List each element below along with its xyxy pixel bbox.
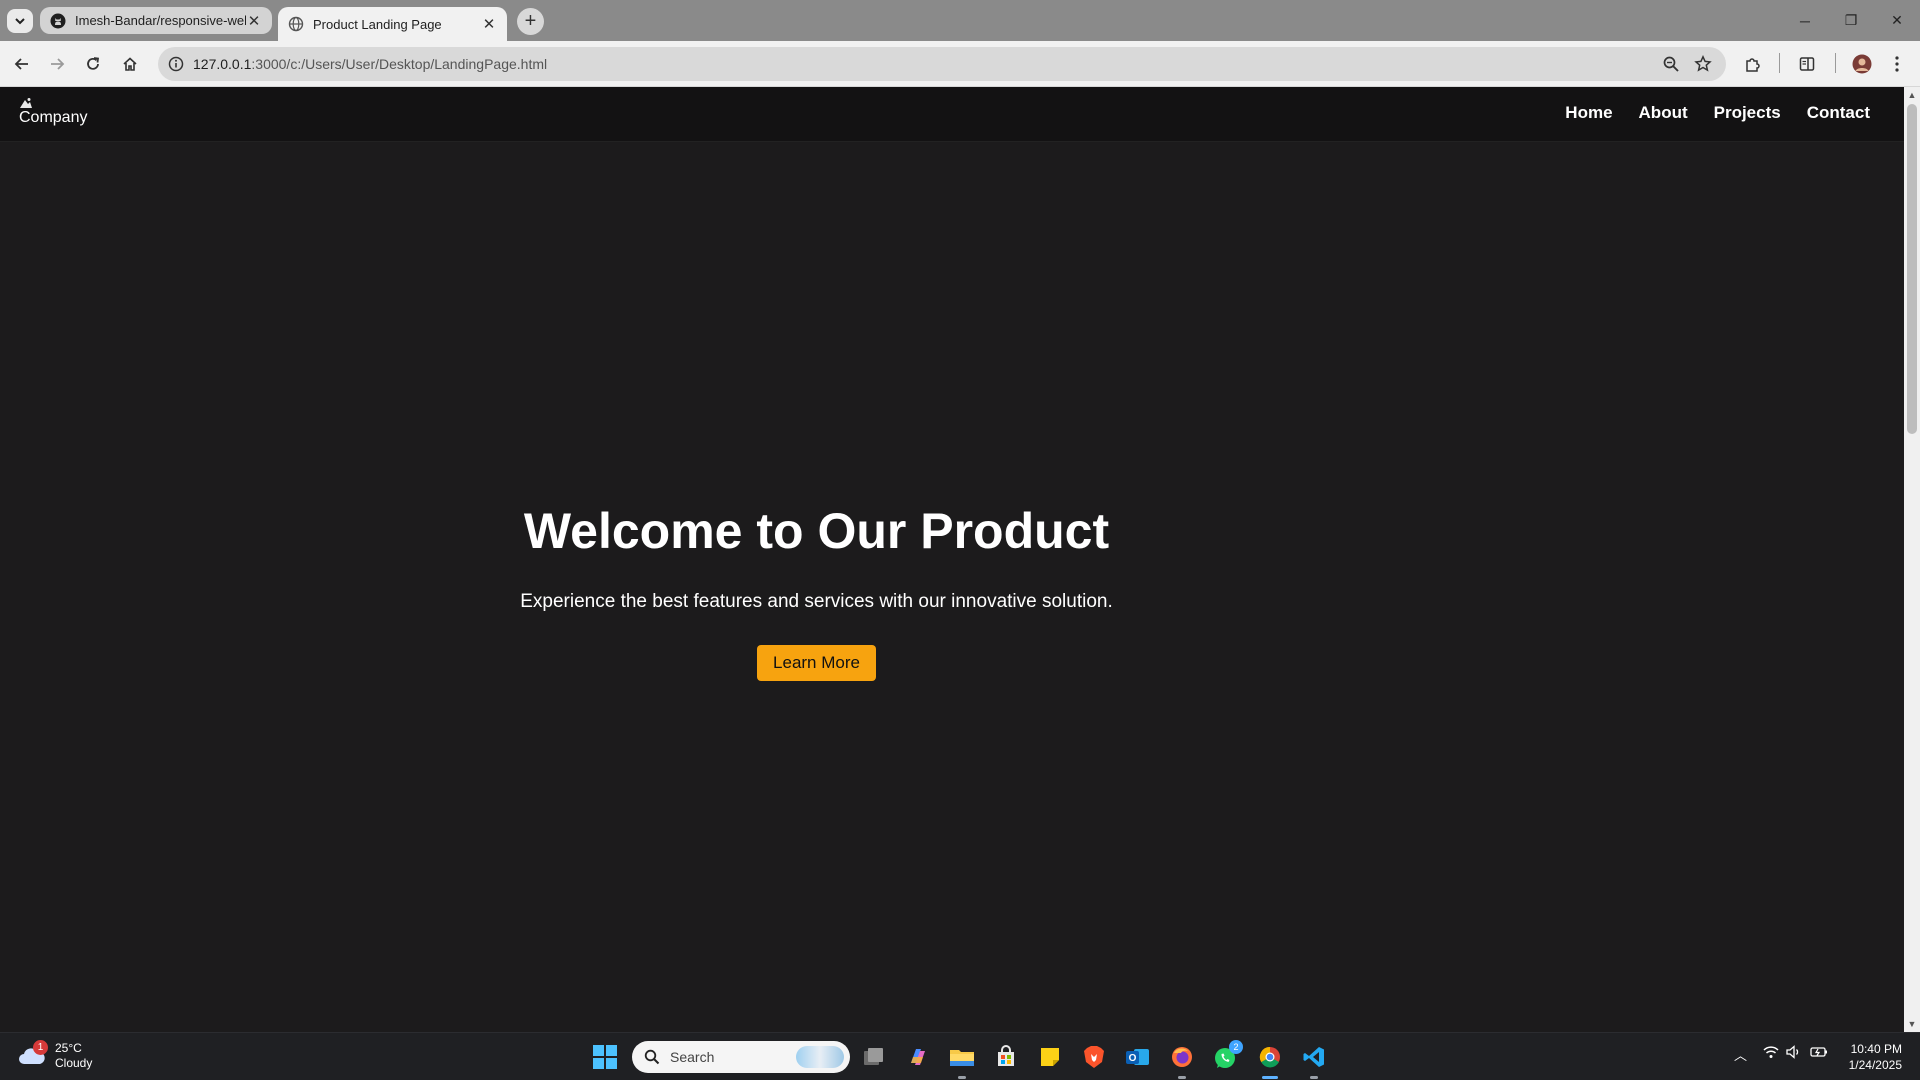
tab-title: Product Landing Page <box>313 16 442 32</box>
home-button[interactable] <box>117 51 143 77</box>
nav-link-projects[interactable]: Projects <box>1714 103 1781 123</box>
tab-search-button[interactable] <box>7 9 33 33</box>
battery-icon[interactable] <box>1810 1045 1828 1062</box>
weather-widget[interactable]: 1 25°C Cloudy <box>17 1040 92 1071</box>
sticky-notes-icon[interactable] <box>1036 1043 1064 1071</box>
search-label: Search <box>670 1049 715 1065</box>
toolbar-divider <box>1835 53 1836 73</box>
more-vertical-icon <box>1895 56 1899 72</box>
weather-temp: 25°C <box>55 1041 82 1055</box>
tab-product-landing[interactable]: Product Landing Page ✕ <box>278 7 507 41</box>
new-tab-button[interactable]: + <box>517 8 544 35</box>
window-controls: ─ ❐ ✕ <box>1782 0 1920 41</box>
browser-menu-button[interactable] <box>1885 51 1909 77</box>
taskbar-search[interactable]: Search <box>632 1041 850 1073</box>
profile-button[interactable] <box>1849 51 1875 77</box>
nav-link-home[interactable]: Home <box>1565 103 1612 123</box>
brave-browser-icon[interactable] <box>1080 1043 1108 1071</box>
learn-more-button[interactable]: Learn More <box>757 645 876 681</box>
restore-icon[interactable]: ❐ <box>1828 0 1874 41</box>
scroll-down-arrow-icon[interactable]: ▼ <box>1907 1019 1917 1029</box>
windows-taskbar: 1 25°C Cloudy Search O 2 ︿ 10:40 PM 1/24… <box>0 1032 1920 1080</box>
tab-title: Imesh-Bandar/responsive-web <box>75 13 246 28</box>
close-window-icon[interactable]: ✕ <box>1874 0 1920 41</box>
notification-badge: 2 <box>1229 1040 1243 1054</box>
page-scrollbar[interactable]: ▲ ▼ <box>1904 87 1920 1032</box>
extensions-button[interactable] <box>1741 51 1765 77</box>
nav-link-contact[interactable]: Contact <box>1807 103 1870 123</box>
close-tab-icon[interactable]: ✕ <box>246 13 262 30</box>
reload-icon <box>87 57 100 70</box>
tab-github[interactable]: Imesh-Bandar/responsive-web ✕ <box>40 7 272 34</box>
cloud-icon: 1 <box>17 1040 48 1068</box>
address-url: 127.0.0.1:3000/c:/Users/User/Desktop/Lan… <box>193 56 547 72</box>
site-info-icon[interactable] <box>168 56 184 72</box>
puzzle-icon <box>1746 58 1760 72</box>
whatsapp-icon[interactable]: 2 <box>1212 1040 1243 1071</box>
toolbar-divider <box>1779 53 1780 73</box>
hero-subtitle: Experience the best features and service… <box>520 591 1113 612</box>
running-indicator <box>1310 1076 1318 1079</box>
volume-icon[interactable] <box>1786 1045 1802 1062</box>
site-logo[interactable]: Company <box>19 97 87 126</box>
running-indicator <box>1178 1076 1186 1079</box>
running-indicator <box>958 1076 966 1079</box>
clock-date: 1/24/2025 <box>1848 1058 1902 1072</box>
wifi-icon[interactable] <box>1763 1045 1779 1062</box>
vscode-icon[interactable] <box>1300 1043 1328 1071</box>
page-viewport: Company Home About Projects Contact Welc… <box>0 87 1904 1032</box>
outlook-icon[interactable]: O <box>1124 1043 1152 1071</box>
zoom-icon[interactable] <box>1662 55 1680 73</box>
side-panel-icon <box>1799 57 1815 71</box>
file-explorer-icon[interactable] <box>948 1043 976 1071</box>
search-highlight-image <box>796 1046 844 1068</box>
site-nav: Home About Projects Contact <box>1565 103 1870 123</box>
nav-link-about[interactable]: About <box>1639 103 1688 123</box>
windows-start-icon[interactable] <box>592 1044 618 1070</box>
avatar <box>1852 54 1872 74</box>
show-hidden-icons-chevron-up-icon[interactable]: ︿ <box>1734 1045 1747 1064</box>
weather-text: 25°C Cloudy <box>55 1041 92 1071</box>
copilot-icon[interactable] <box>904 1043 932 1071</box>
chevron-down-icon <box>15 18 25 25</box>
svg-text:O: O <box>1129 1053 1137 1064</box>
broken-image-icon <box>20 98 32 108</box>
active-indicator <box>1262 1076 1278 1079</box>
chrome-icon[interactable] <box>1256 1043 1284 1071</box>
browser-toolbar: 127.0.0.1:3000/c:/Users/User/Desktop/Lan… <box>0 41 1920 87</box>
clock-time: 10:40 PM <box>1850 1042 1902 1056</box>
arrow-left-icon <box>14 58 28 70</box>
logo-alt-text: Company <box>19 109 88 126</box>
forward-button[interactable] <box>44 51 70 77</box>
minimize-icon[interactable]: ─ <box>1782 0 1828 41</box>
firefox-icon[interactable] <box>1168 1043 1196 1071</box>
globe-icon <box>288 16 304 32</box>
site-navbar: Company Home About Projects Contact <box>0 87 1904 142</box>
github-icon <box>50 13 66 28</box>
scroll-up-arrow-icon[interactable]: ▲ <box>1907 90 1917 100</box>
tab-strip: Imesh-Bandar/responsive-web ✕ Product La… <box>0 0 1920 41</box>
close-tab-icon[interactable]: ✕ <box>481 16 497 33</box>
reload-button[interactable] <box>80 51 106 77</box>
bookmark-star-icon[interactable] <box>1694 55 1712 73</box>
notification-badge: 1 <box>33 1040 48 1055</box>
hero-title: Welcome to Our Product <box>523 503 1110 559</box>
microsoft-store-icon[interactable] <box>992 1043 1020 1071</box>
reading-list-button[interactable] <box>1795 51 1819 77</box>
url-path: :3000/c:/Users/User/Desktop/LandingPage.… <box>251 56 548 72</box>
url-host: 127.0.0.1 <box>193 56 252 72</box>
arrow-right-icon <box>51 58 65 70</box>
task-view-icon[interactable] <box>860 1043 888 1071</box>
home-icon <box>123 57 137 71</box>
scrollbar-thumb[interactable] <box>1907 104 1917 434</box>
address-bar[interactable]: 127.0.0.1:3000/c:/Users/User/Desktop/Lan… <box>158 47 1726 81</box>
back-button[interactable] <box>9 51 35 77</box>
system-clock[interactable]: 10:40 PM 1/24/2025 <box>1849 1041 1902 1073</box>
search-icon <box>644 1049 660 1065</box>
weather-condition: Cloudy <box>55 1056 93 1070</box>
